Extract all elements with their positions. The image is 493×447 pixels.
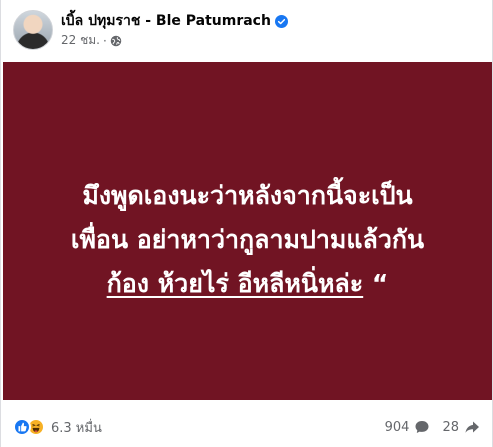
shares-count: 28 [442,419,459,435]
like-icon [13,418,31,436]
avatar[interactable] [13,10,53,50]
time-row: 22 ชม. · [61,33,288,49]
shares-stat[interactable]: 28 [442,419,480,435]
post-header: เบิ้ล ปทุมราช - Ble Patumrach 22 ชม. · [13,8,480,52]
post-image[interactable]: มึงพูดเองนะว่าหลังจากนี้จะเป็น เพื่อน อย… [3,62,492,400]
author-row: เบิ้ล ปทุมราช - Ble Patumrach [61,12,288,31]
reaction-count: 6.3 หมื่น [51,420,102,436]
comments-count: 904 [384,419,410,435]
separator-dot: · [102,33,107,48]
post-time[interactable]: 22 ชม. [61,31,100,50]
verified-badge-icon [274,14,288,28]
comment-icon [415,421,429,433]
engagement-stats: 904 28 [373,419,480,435]
post-card: เบิ้ล ปทุมราช - Ble Patumrach 22 ชม. · ม… [0,0,493,447]
post-text: มึงพูดเองนะว่าหลังจากนี้จะเป็น เพื่อน อย… [3,174,492,306]
post-text-line-3: ก้อง ห้วยไร่ อีหลีหนิ่หล่ะ “ [3,262,492,306]
post-footer: 6.3 หมื่น 904 28 [13,414,480,440]
closing-quote: “ [371,269,389,298]
share-icon [465,421,479,433]
post-text-line-1: มึงพูดเองนะว่าหลังจากนี้จะเป็น [82,181,413,210]
post-text-underlined: ก้อง ห้วยไร่ อีหลีหนิ่หล่ะ [106,269,364,298]
author-name[interactable]: เบิ้ล ปทุมราช - Ble Patumrach [61,10,271,32]
comments-stat[interactable]: 904 [385,419,431,435]
reactions-summary[interactable]: 6.3 หมื่น [13,417,102,438]
post-meta: เบิ้ล ปทุมราช - Ble Patumrach 22 ชม. · [61,12,288,49]
post-text-line-2: เพื่อน อย่าหาว่ากูลามปามแล้วกัน [70,225,425,254]
globe-icon[interactable] [110,35,122,47]
